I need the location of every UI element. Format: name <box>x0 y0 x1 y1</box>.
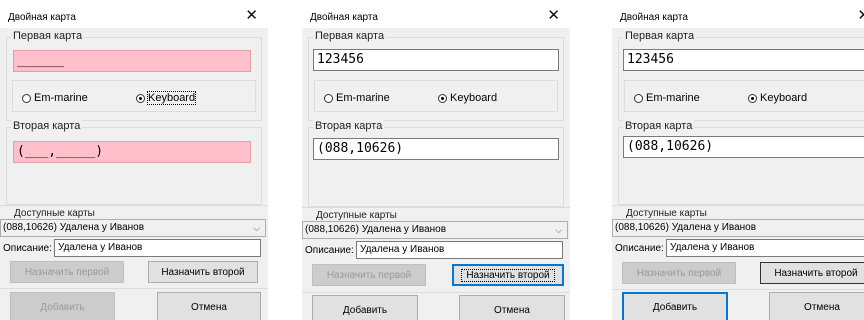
em-marine-radio-icon <box>634 93 643 103</box>
dialog-title: Двойная карта <box>8 12 76 23</box>
dual-card-dialog-1: Двойная карта ✕ Первая карта ______ Em-m… <box>0 0 268 320</box>
em-marine-radio[interactable]: Em-marine <box>324 92 390 104</box>
available-cards-label: Доступные карты <box>626 208 707 219</box>
second-card-label: Вторая карта <box>623 120 695 132</box>
available-cards-select[interactable]: (088,10626) Удалена у Иванов ⌵ <box>0 219 266 237</box>
cancel-button[interactable]: Отмена <box>769 292 864 320</box>
add-label: Добавить <box>342 304 388 316</box>
available-cards-label: Доступные карты <box>316 210 397 221</box>
dialog-title: Двойная карта <box>620 12 688 23</box>
first-card-input[interactable]: 123456 <box>313 49 559 71</box>
assign-first-button[interactable]: Назначить первой <box>622 262 736 284</box>
second-card-label: Вторая карта <box>11 120 83 132</box>
assign-first-label: Назначить первой <box>326 269 412 281</box>
add-button[interactable]: Добавить <box>622 292 728 320</box>
second-card-input[interactable]: (___,_____) <box>13 141 251 163</box>
add-button[interactable]: Добавить <box>312 295 418 320</box>
divider <box>302 292 570 293</box>
description-label: Описание: <box>615 243 664 254</box>
divider <box>0 205 268 206</box>
cancel-button[interactable]: Отмена <box>459 295 565 320</box>
cancel-label: Отмена <box>191 301 227 313</box>
assign-first-label: Назначить первой <box>636 267 722 279</box>
divider <box>302 207 570 208</box>
keyboard-radio-icon <box>748 93 757 103</box>
assign-first-label: Назначить первой <box>24 266 110 278</box>
assign-second-button[interactable]: Назначить второй <box>452 264 564 286</box>
cancel-button[interactable]: Отмена <box>157 292 261 320</box>
em-marine-radio[interactable]: Em-marine <box>22 92 88 104</box>
em-marine-label: Em-marine <box>34 92 88 104</box>
title-bar: Двойная карта ✕ <box>612 0 864 28</box>
description-label: Описание: <box>305 245 354 256</box>
first-card-label: Первая карта <box>313 30 387 42</box>
second-card-label: Вторая карта <box>313 120 385 132</box>
available-cards-select[interactable]: (088,10626) Удалена у Иванов ⌵ <box>302 221 568 239</box>
assign-second-label: Назначить второй <box>774 267 858 279</box>
selected-card-value: (088,10626) Удалена у Иванов <box>615 222 757 233</box>
add-label: Добавить <box>652 301 698 313</box>
selected-card-value: (088,10626) Удалена у Иванов <box>3 222 145 233</box>
assign-second-button[interactable]: Назначить второй <box>760 262 864 284</box>
assign-second-label: Назначить второй <box>461 268 555 282</box>
add-label: Добавить <box>40 301 85 313</box>
first-card-label: Первая карта <box>11 30 85 42</box>
description-input[interactable]: Удалена у Иванов <box>666 239 864 257</box>
assign-first-button[interactable]: Назначить первой <box>312 264 426 286</box>
cancel-label: Отмена <box>494 304 530 316</box>
divider <box>612 205 864 206</box>
chevron-down-icon: ⌵ <box>253 223 260 233</box>
first-card-label: Первая карта <box>623 30 697 42</box>
assign-first-button[interactable]: Назначить первой <box>10 261 124 283</box>
keyboard-radio-icon <box>136 93 145 103</box>
first-card-input[interactable]: 123456 <box>623 49 864 71</box>
description-input[interactable]: Удалена у Иванов <box>54 239 261 257</box>
em-marine-radio-icon <box>324 93 333 103</box>
assign-second-label: Назначить второй <box>161 266 245 278</box>
keyboard-radio[interactable]: Keyboard <box>438 92 497 104</box>
available-cards-select[interactable]: (088,10626) Удалена у Иванов ⌵ <box>612 219 864 237</box>
assign-second-button[interactable]: Назначить второй <box>148 261 258 283</box>
em-marine-radio-icon <box>22 93 31 103</box>
dialog-title: Двойная карта <box>310 12 378 23</box>
title-bar: Двойная карта ✕ <box>302 0 570 28</box>
dual-card-dialog-3: Двойная карта ✕ Первая карта 123456 Em-m… <box>612 0 864 320</box>
keyboard-label: Keyboard <box>760 92 808 104</box>
keyboard-label: Keyboard <box>450 92 498 104</box>
keyboard-radio[interactable]: Keyboard <box>136 91 197 105</box>
close-icon[interactable]: ✕ <box>857 8 864 23</box>
keyboard-radio-icon <box>438 93 447 103</box>
keyboard-label: Keyboard <box>146 91 197 105</box>
add-button[interactable]: Добавить <box>10 292 115 320</box>
second-card-input[interactable]: (088,10626) <box>313 138 559 160</box>
available-cards-label: Доступные карты <box>14 208 95 219</box>
close-icon[interactable]: ✕ <box>547 8 560 23</box>
selected-card-value: (088,10626) Удалена у Иванов <box>305 224 447 235</box>
description-input[interactable]: Удалена у Иванов <box>356 241 563 259</box>
second-card-group: Вторая карта <box>6 120 262 205</box>
cancel-label: Отмена <box>804 301 840 313</box>
dual-card-dialog-2: Двойная карта ✕ Первая карта 123456 Em-m… <box>302 0 570 320</box>
chevron-down-icon: ⌵ <box>555 225 562 235</box>
close-icon[interactable]: ✕ <box>245 8 258 23</box>
divider <box>0 288 268 289</box>
second-card-input[interactable]: (088,10626) <box>623 136 864 158</box>
title-bar: Двойная карта ✕ <box>0 0 268 28</box>
description-label: Описание: <box>3 243 52 254</box>
em-marine-label: Em-marine <box>646 92 700 104</box>
em-marine-label: Em-marine <box>336 92 390 104</box>
first-card-input[interactable]: ______ <box>13 50 251 72</box>
divider <box>612 289 864 290</box>
keyboard-radio[interactable]: Keyboard <box>748 92 807 104</box>
em-marine-radio[interactable]: Em-marine <box>634 92 700 104</box>
